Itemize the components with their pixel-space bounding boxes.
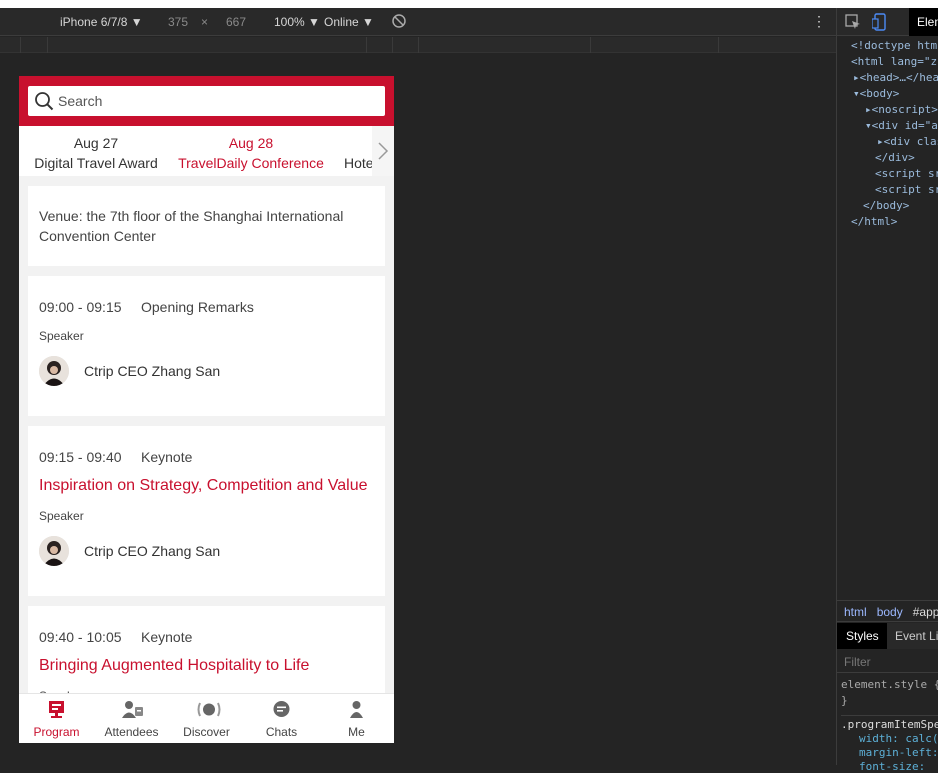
search-header [19, 76, 394, 126]
speaker-name: Ctrip CEO Zhang San [84, 363, 221, 379]
session-card[interactable]: 09:15 - 09:40 Keynote Inspiration on Str… [28, 426, 385, 596]
device-toolbar: iPhone 6/7/8 ▼ 375 × 667 100% ▼ Online ▼… [0, 8, 836, 36]
search-box[interactable] [28, 86, 385, 116]
tab-chats[interactable]: Chats [244, 694, 319, 743]
date-tab-aug27[interactable]: Aug 27 Digital Travel Award [34, 133, 158, 173]
code-line[interactable]: <script src [875, 167, 938, 180]
venue-text: Venue: the 7th floor of the Shanghai Int… [39, 208, 344, 244]
session-title[interactable]: Bringing Augmented Hospitality to Life [39, 657, 309, 675]
search-icon [35, 92, 54, 111]
tab-label: Discover [183, 725, 230, 739]
tab-discover[interactable]: Discover [169, 694, 244, 743]
avatar[interactable] [39, 536, 69, 566]
height-field[interactable]: 667 [226, 15, 246, 29]
code-line[interactable]: ▾<div id="app [865, 119, 938, 132]
attendees-icon [122, 701, 143, 718]
style-rule-line: width: calc( [859, 732, 938, 745]
tab-styles[interactable]: Styles [837, 623, 887, 649]
date-tab-aug28[interactable]: Aug 28 TravelDaily Conference [177, 133, 325, 173]
code-line[interactable]: </div> [875, 151, 938, 164]
code-line[interactable]: ▸<div class [877, 135, 938, 148]
code-line[interactable]: ▾<body> [853, 87, 938, 100]
chats-icon [273, 701, 290, 717]
tab-label: Program [33, 725, 80, 739]
more-options-icon[interactable]: ⋮ [812, 13, 826, 30]
session-title[interactable]: Inspiration on Strategy, Competition and… [39, 477, 368, 495]
session-time: 09:40 - 10:05 [39, 629, 122, 645]
tab-program[interactable]: Program [19, 694, 94, 743]
tab-elements[interactable]: Elements [909, 8, 938, 36]
code-line[interactable]: <!doctype html> [851, 39, 938, 52]
tab-label: Me [348, 725, 365, 739]
style-rule-line: font-size: [859, 760, 926, 773]
network-select[interactable]: Online ▼ [324, 15, 374, 29]
code-line[interactable]: </html> [851, 215, 938, 228]
session-type: Keynote [141, 629, 193, 645]
style-rule-line: element.style { [841, 678, 938, 691]
speaker-label: Speaker [39, 329, 84, 343]
style-rule-line: } [841, 694, 848, 707]
session-time: 09:00 - 09:15 [39, 299, 122, 315]
code-line[interactable]: <script src [875, 183, 938, 196]
tab-attendees[interactable]: Attendees [94, 694, 169, 743]
width-field[interactable]: 375 [168, 15, 188, 29]
chevron-right-icon [378, 142, 389, 160]
elements-panel: Elements <!doctype html> <html lang="zh … [836, 8, 938, 773]
tab-me[interactable]: Me [319, 694, 394, 743]
phone-screen: Aug 27 Digital Travel Award Aug 28 Trave… [19, 76, 394, 743]
devtools-tabbar: Elements [837, 8, 938, 36]
code-line[interactable]: ▸<head>…</head> [853, 71, 938, 84]
inspect-icon[interactable] [845, 14, 861, 30]
venue-card: Venue: the 7th floor of the Shanghai Int… [28, 186, 385, 266]
session-time: 09:15 - 09:40 [39, 449, 122, 465]
me-icon [350, 701, 363, 718]
device-select[interactable]: iPhone 6/7/8 ▼ [60, 15, 143, 29]
tab-label: Attendees [104, 725, 159, 739]
breadcrumb: html body #app [837, 600, 938, 622]
date-tabs: Aug 27 Digital Travel Award Aug 28 Trave… [19, 126, 394, 176]
discover-icon [197, 702, 221, 717]
top-strip [0, 0, 938, 8]
date-tab-date: Aug 28 [228, 135, 274, 151]
styles-tabbar: Styles Event Listeners [837, 623, 938, 649]
zoom-select[interactable]: 100% ▼ [274, 15, 320, 29]
code-line[interactable]: <html lang="zh [851, 55, 938, 68]
media-query-bar [0, 37, 836, 53]
bottom-tab-bar: Program Attendees Discover Chats Me [19, 693, 394, 743]
speaker-label: Speaker [39, 509, 84, 523]
date-tab-event: TravelDaily Conference [178, 155, 324, 171]
rotate-icon[interactable] [391, 13, 407, 32]
styles-filter[interactable]: Filter [837, 649, 938, 673]
session-card[interactable]: 09:00 - 09:15 Opening Remarks Speaker Ct… [28, 276, 385, 416]
breadcrumb-app[interactable]: #app [913, 605, 938, 619]
code-line[interactable]: </body> [863, 199, 938, 212]
speaker-name: Ctrip CEO Zhang San [84, 543, 221, 559]
session-type: Opening Remarks [141, 299, 254, 315]
avatar[interactable] [39, 356, 69, 386]
tab-event-listeners[interactable]: Event Listeners [895, 629, 938, 643]
style-rule-line: .programItemSpeaker [841, 715, 938, 731]
session-type: Keynote [141, 449, 193, 465]
style-rule-line: margin-left: [859, 746, 938, 759]
breadcrumb-body[interactable]: body [877, 605, 903, 619]
date-tab-date: Aug 27 [73, 135, 119, 151]
device-toggle-icon[interactable] [872, 13, 888, 31]
next-date-button[interactable] [372, 126, 394, 176]
date-tab-event: Digital Travel Award [34, 155, 158, 171]
tab-label: Chats [265, 725, 298, 739]
dimension-separator: × [201, 15, 209, 29]
code-line[interactable]: ▸<noscript> [865, 103, 938, 116]
program-icon [49, 701, 64, 718]
breadcrumb-html[interactable]: html [844, 605, 867, 619]
search-input[interactable] [58, 90, 368, 112]
